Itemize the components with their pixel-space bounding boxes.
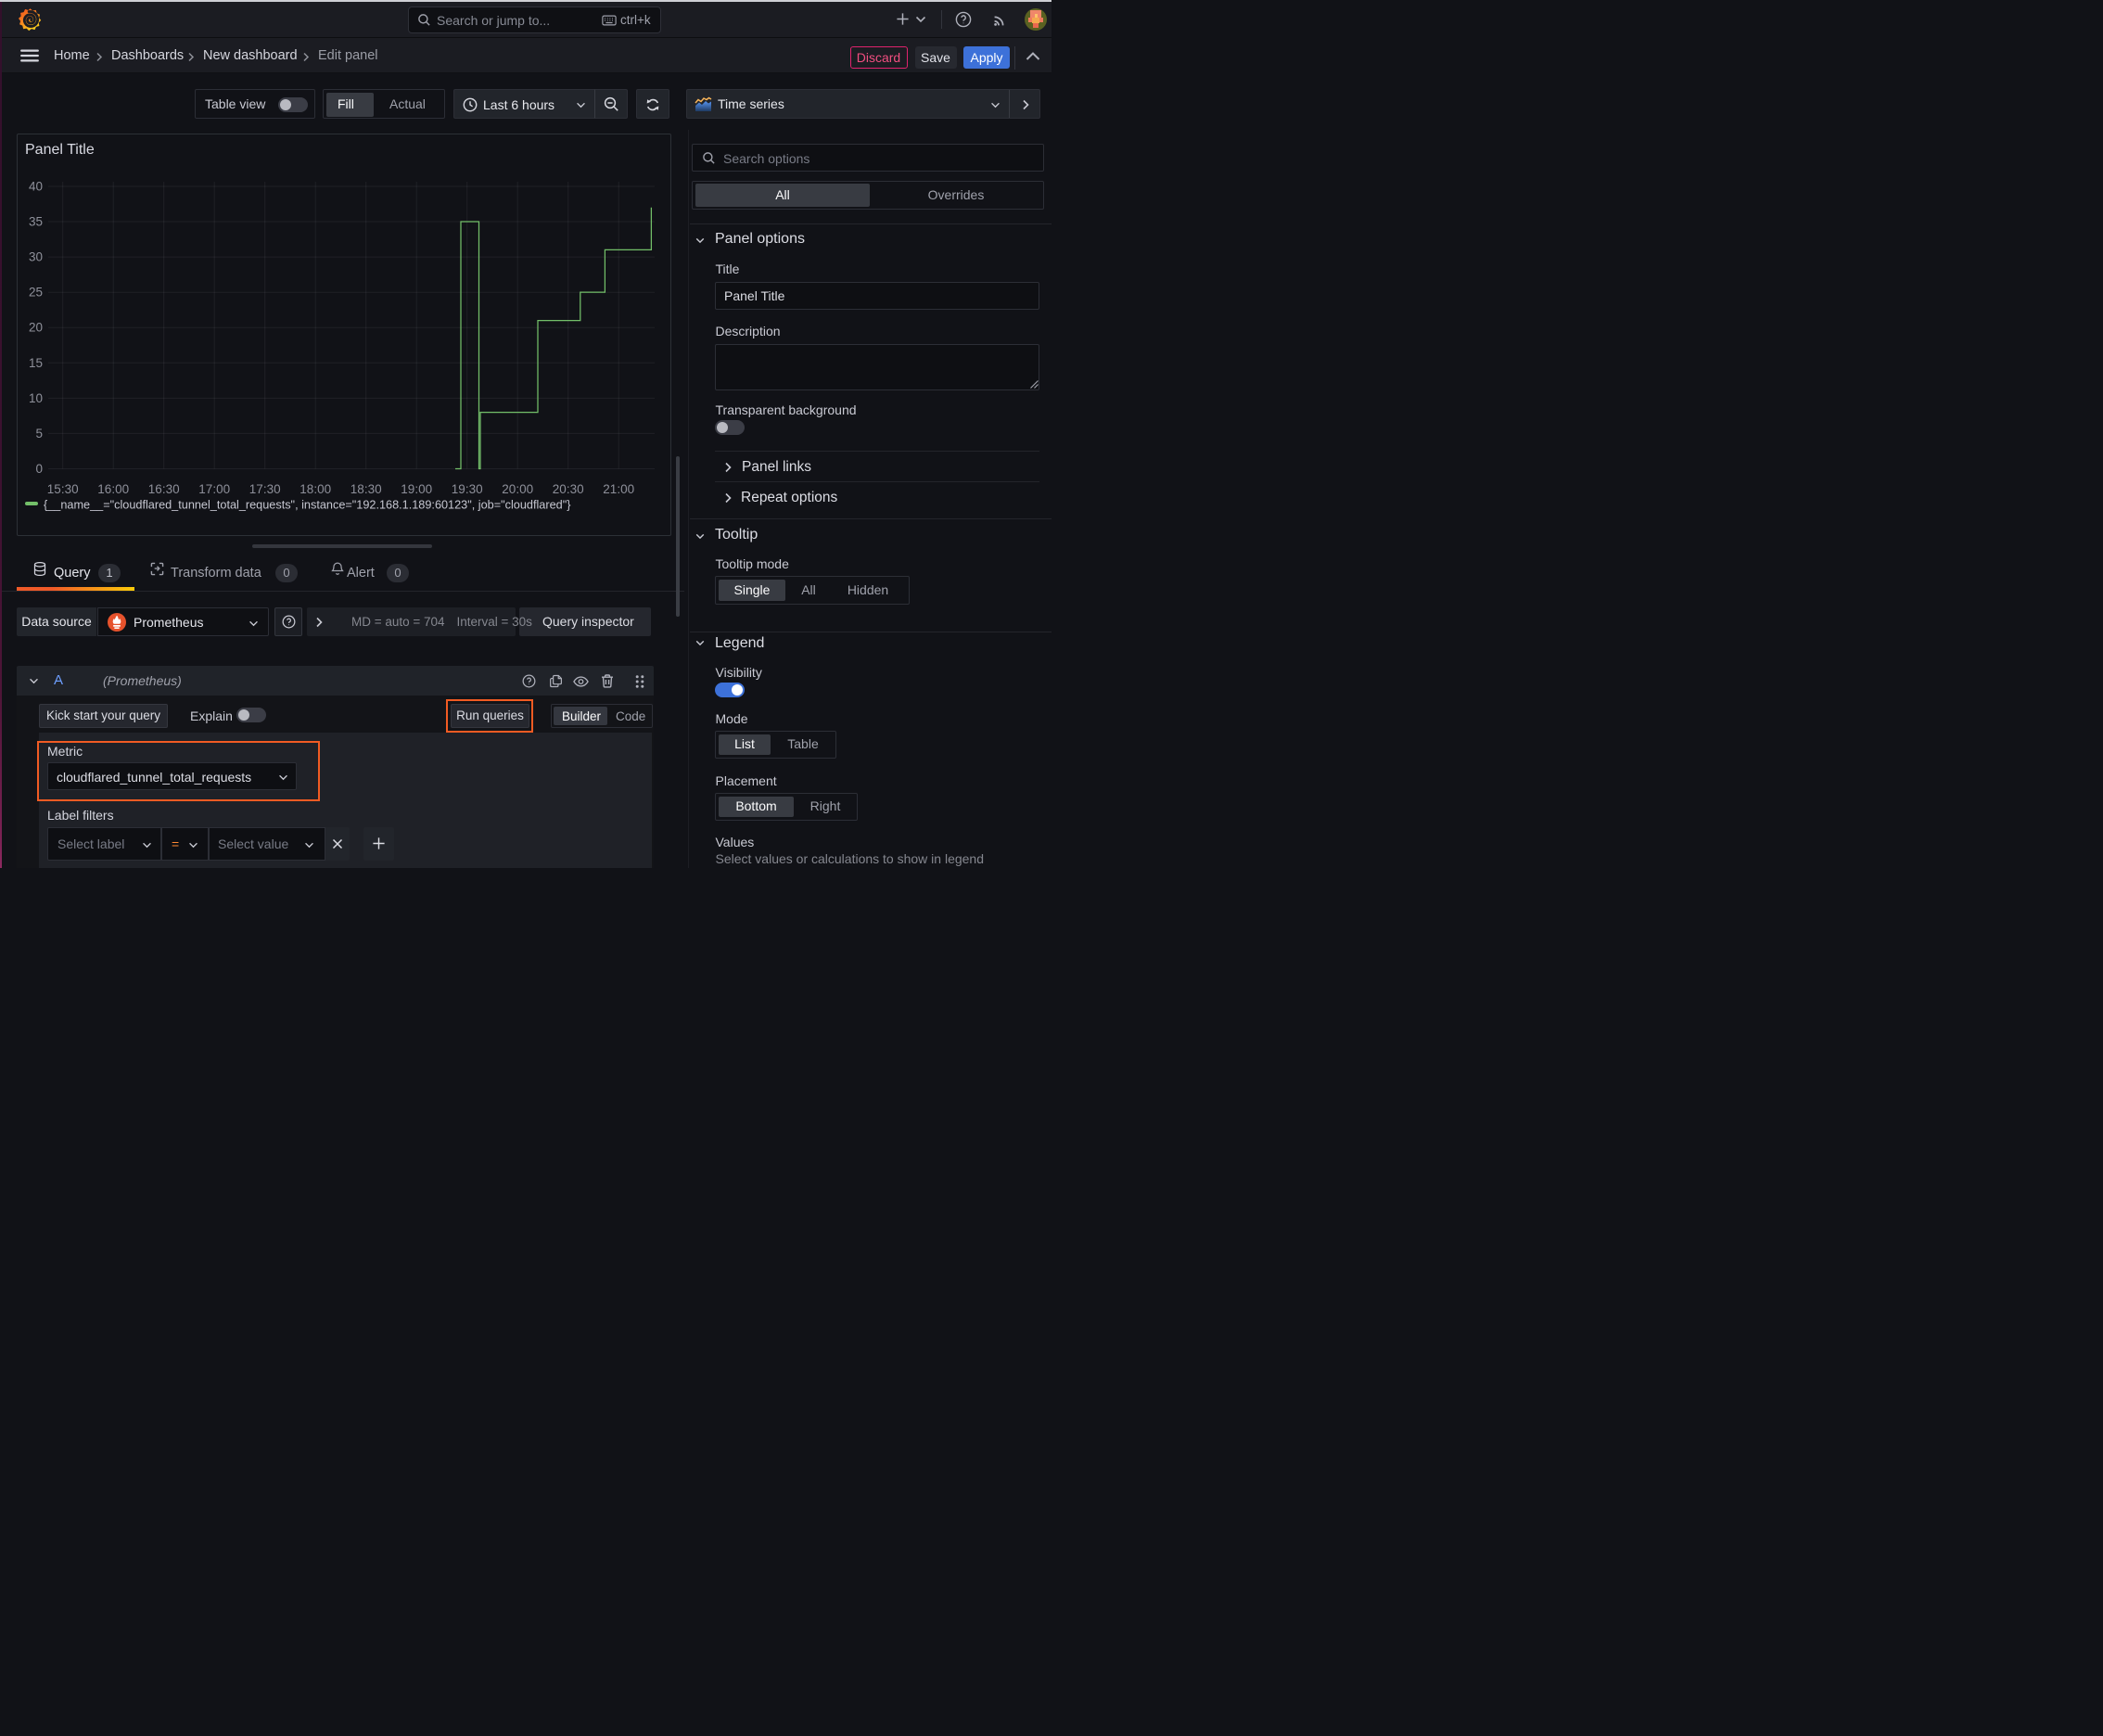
svg-text:16:30: 16:30 bbox=[148, 482, 180, 496]
svg-text:15: 15 bbox=[29, 356, 43, 370]
svg-text:35: 35 bbox=[29, 215, 43, 229]
svg-text:18:30: 18:30 bbox=[350, 482, 382, 496]
svg-text:0: 0 bbox=[35, 462, 43, 476]
svg-text:15:30: 15:30 bbox=[47, 482, 79, 496]
svg-text:19:30: 19:30 bbox=[452, 482, 483, 496]
svg-text:20: 20 bbox=[29, 321, 43, 335]
svg-text:5: 5 bbox=[35, 427, 43, 440]
svg-text:{__name__="cloudflared_tunnel_: {__name__="cloudflared_tunnel_total_requ… bbox=[44, 499, 571, 512]
svg-text:17:30: 17:30 bbox=[249, 482, 281, 496]
svg-text:17:00: 17:00 bbox=[198, 482, 230, 496]
svg-text:30: 30 bbox=[29, 250, 43, 264]
svg-text:10: 10 bbox=[29, 391, 43, 405]
svg-text:19:00: 19:00 bbox=[401, 482, 432, 496]
svg-text:18:00: 18:00 bbox=[300, 482, 331, 496]
svg-text:21:00: 21:00 bbox=[603, 482, 634, 496]
svg-text:20:30: 20:30 bbox=[553, 482, 584, 496]
svg-text:25: 25 bbox=[29, 286, 43, 300]
svg-text:16:00: 16:00 bbox=[97, 482, 129, 496]
svg-text:40: 40 bbox=[29, 180, 43, 194]
svg-text:20:00: 20:00 bbox=[502, 482, 533, 496]
